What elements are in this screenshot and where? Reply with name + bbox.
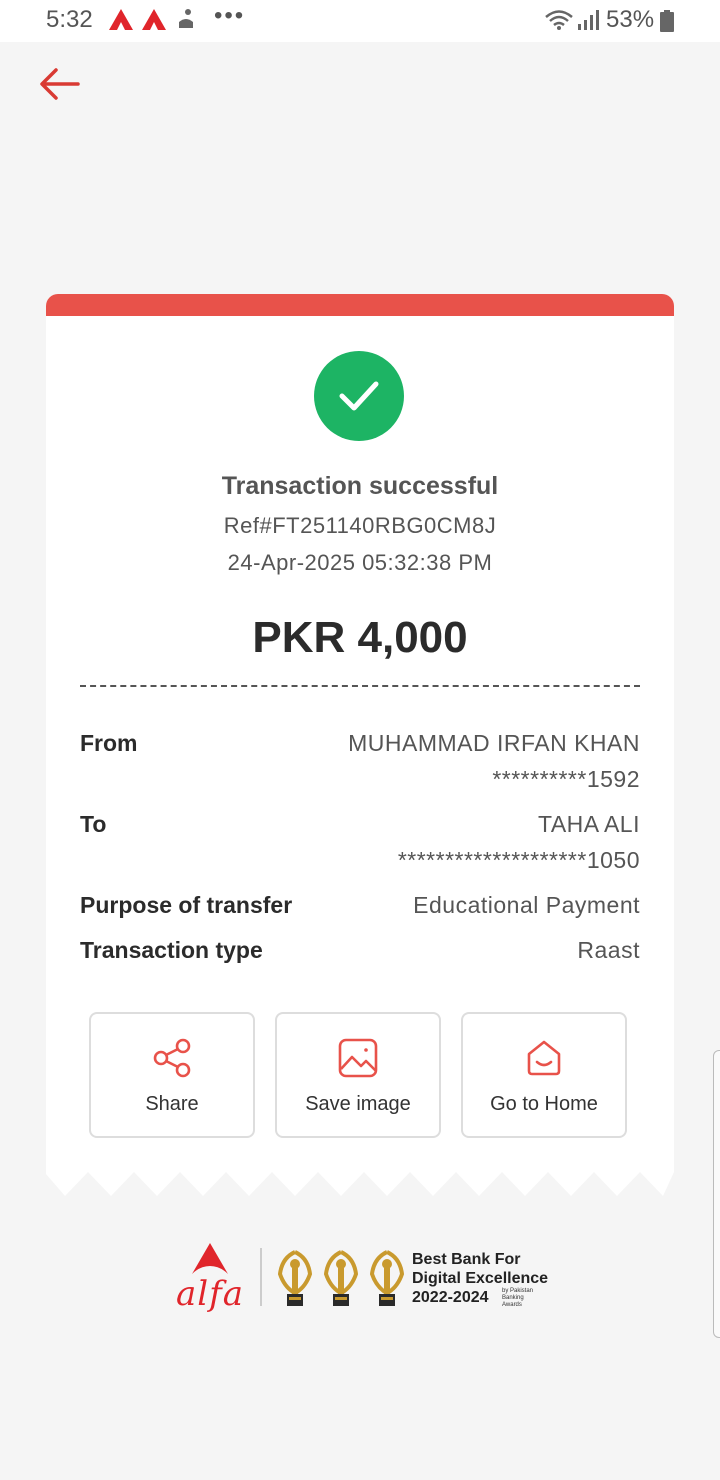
transaction-amount: PKR 4,000: [252, 613, 468, 662]
purpose-label: Purpose of transfer: [80, 892, 293, 918]
status-time: 5:32: [46, 6, 93, 33]
image-icon: [338, 1038, 378, 1078]
app-notification-icon: [179, 9, 193, 28]
arrow-left-icon: [40, 68, 80, 100]
from-name: MUHAMMAD IRFAN KHAN: [348, 730, 640, 756]
more-notifications-icon: •••: [214, 2, 246, 29]
alfa-notification-icon: [109, 9, 133, 30]
battery-icon: [660, 10, 674, 32]
alfa-notification-icon-2: [142, 9, 166, 30]
share-button[interactable]: Share: [89, 1012, 255, 1138]
transaction-status-title: Transaction successful: [221, 472, 499, 500]
dashed-divider: [80, 685, 640, 687]
award-by: by Pakistan Banking Awards: [502, 1288, 534, 1308]
success-badge: [314, 351, 404, 441]
award-line-1: Best Bank For: [412, 1251, 521, 1268]
share-icon: [153, 1038, 191, 1078]
award-line-2: Digital Excellence: [412, 1270, 549, 1287]
alfa-logo-mark: [192, 1243, 228, 1274]
to-account: ********************1050: [397, 847, 640, 873]
trophy-icon: [323, 1250, 359, 1306]
edge-panel-handle[interactable]: [713, 1050, 720, 1338]
save-image-button[interactable]: Save image: [275, 1012, 441, 1138]
trophy-icon: [369, 1250, 405, 1306]
to-name: TAHA ALI: [537, 811, 640, 837]
receipt-card: Transaction successful Ref#FT251140RBG0C…: [46, 316, 674, 1172]
save-image-label: Save image: [305, 1093, 411, 1115]
signal-icon: [578, 10, 599, 30]
status-bar: 5:32 ••• 53%: [0, 0, 720, 42]
from-account: **********1592: [492, 766, 640, 792]
checkmark-icon: [339, 381, 379, 411]
brand-footer: alfa Best Bank For Digital Excellence 20…: [176, 1240, 556, 1314]
from-label: From: [80, 730, 138, 756]
go-to-home-label: Go to Home: [490, 1093, 598, 1115]
share-label: Share: [145, 1093, 199, 1115]
transaction-reference: Ref#FT251140RBG0CM8J: [223, 513, 497, 538]
back-button[interactable]: [36, 62, 84, 106]
transaction-datetime: 24-Apr-2025 05:32:38 PM: [227, 550, 493, 575]
home-icon: [527, 1040, 561, 1076]
alfa-logo-text: alfa: [176, 1274, 244, 1314]
to-label: To: [80, 811, 107, 837]
purpose-value: Educational Payment: [413, 892, 640, 918]
footer-separator: [260, 1248, 262, 1306]
battery-percent: 53%: [606, 6, 655, 33]
trophy-icon: [277, 1250, 313, 1306]
go-to-home-button[interactable]: Go to Home: [461, 1012, 627, 1138]
wifi-icon: [545, 10, 573, 30]
receipt-zigzag-edge: [46, 1170, 674, 1196]
transaction-type-label: Transaction type: [80, 937, 263, 963]
transaction-type-value: Raast: [577, 937, 640, 963]
